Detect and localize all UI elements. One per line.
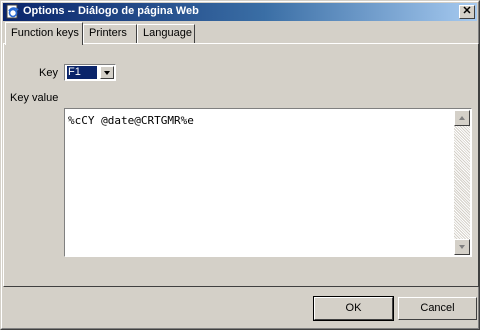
key-select[interactable]: F1 bbox=[64, 64, 116, 81]
ok-button-label: OK bbox=[345, 302, 362, 314]
tab-language[interactable]: Language bbox=[137, 24, 195, 43]
tab-label: Language bbox=[143, 27, 192, 39]
close-icon: ✕ bbox=[462, 5, 472, 17]
tab-printers[interactable]: Printers bbox=[83, 24, 137, 43]
scroll-up-button[interactable] bbox=[454, 110, 470, 126]
key-value-label: Key value bbox=[10, 92, 59, 104]
scroll-down-button[interactable] bbox=[454, 239, 470, 255]
dialog-window: Options -- Diálogo de página Web ✕ Funct… bbox=[0, 0, 480, 330]
tab-label: Function keys bbox=[11, 27, 79, 39]
key-select-value: F1 bbox=[67, 66, 97, 79]
window-title: Options -- Diálogo de página Web bbox=[23, 5, 199, 17]
chevron-down-icon bbox=[104, 71, 110, 75]
title-bar[interactable]: Options -- Diálogo de página Web ✕ bbox=[3, 3, 477, 21]
key-value-scrollbar[interactable] bbox=[454, 110, 470, 255]
tab-function-keys[interactable]: Function keys bbox=[5, 22, 83, 45]
key-select-dropdown-button[interactable] bbox=[100, 66, 114, 79]
ok-button[interactable]: OK bbox=[313, 296, 394, 321]
arrow-down-icon bbox=[459, 245, 465, 249]
key-label: Key bbox=[39, 67, 58, 79]
arrow-up-icon bbox=[459, 116, 465, 120]
key-value-textarea[interactable]: %cCY @date@CRTGMR%e bbox=[64, 108, 472, 257]
close-button[interactable]: ✕ bbox=[459, 5, 475, 19]
key-value-text: %cCY @date@CRTGMR%e bbox=[68, 114, 194, 127]
tab-label: Printers bbox=[89, 27, 127, 39]
cancel-button-label: Cancel bbox=[420, 302, 455, 314]
ie-page-icon bbox=[6, 4, 19, 19]
cancel-button[interactable]: Cancel bbox=[398, 297, 477, 320]
